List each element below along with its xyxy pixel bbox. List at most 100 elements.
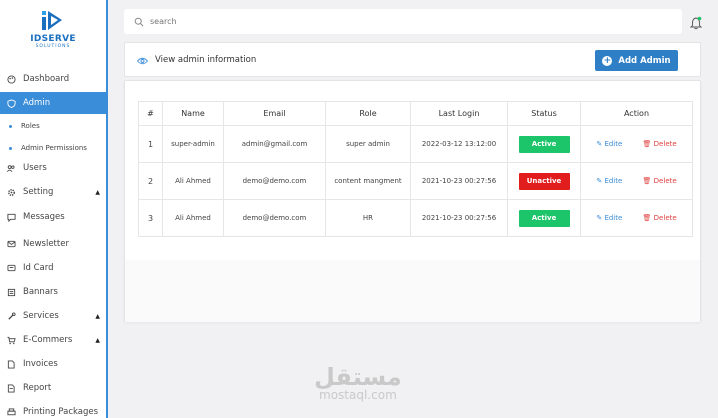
- column-header: Email: [223, 101, 326, 126]
- cell-email: demo@demo.com: [223, 199, 326, 237]
- sidebar-item-e-commers[interactable]: E-Commers ▲: [0, 329, 106, 351]
- sidebar-item-label: Dashboard: [23, 74, 70, 84]
- pencil-icon: ✎: [596, 177, 603, 185]
- search-input[interactable]: [150, 17, 550, 26]
- gear-icon: [6, 187, 16, 197]
- column-header: #: [138, 101, 163, 126]
- report-icon: [6, 383, 16, 393]
- column-header: Role: [325, 101, 411, 126]
- table-row: 2 Ali Ahmed demo@demo.com content mangme…: [138, 162, 693, 200]
- pencil-icon: ✎: [596, 140, 603, 148]
- id-card-icon: [6, 263, 16, 273]
- sidebar-item-label: Bannars: [23, 287, 58, 297]
- admin-table: # Name Email Role Last Login Status Acti…: [138, 101, 693, 237]
- sidebar-item-label: Messages: [23, 212, 65, 222]
- sidebar-item-label: Services: [23, 311, 59, 321]
- delete-button[interactable]: 🗑 Delete: [643, 177, 677, 185]
- sidebar-subitem-label: Admin Permissions: [21, 144, 87, 152]
- sidebar-item-users[interactable]: Users: [0, 157, 106, 179]
- sidebar-item-messages[interactable]: Messages: [0, 206, 106, 228]
- cell-name: Ali Ahmed: [162, 162, 224, 200]
- invoice-icon: [6, 359, 16, 369]
- column-header: Last Login: [410, 101, 508, 126]
- column-header: Name: [162, 101, 224, 126]
- admin-header-card: View admin information + Add Admin: [124, 42, 701, 77]
- cell-actions: ✎ Edite 🗑 Delete: [580, 125, 693, 163]
- search-bar: [124, 9, 682, 34]
- cell-last-login: 2021-10-23 00:27:56: [410, 162, 508, 200]
- sidebar-item-invoices[interactable]: Invoices: [0, 353, 106, 375]
- shield-icon: [6, 98, 16, 108]
- sidebar-item-label: E-Commers: [23, 335, 73, 345]
- sidebar-item-label: Printing Packages: [23, 407, 99, 417]
- sidebar-item-label: Report: [23, 383, 52, 393]
- sidebar-item-dashboard[interactable]: Dashboard: [0, 68, 106, 90]
- edit-button[interactable]: ✎ Edite: [596, 140, 622, 148]
- sidebar-item-report[interactable]: Report: [0, 377, 106, 399]
- banner-icon: [6, 287, 16, 297]
- brand-logo[interactable]: IDSERVE SOLUTIONS: [0, 0, 106, 62]
- sidebar-item-newsletter[interactable]: Newsletter: [0, 233, 106, 255]
- tools-icon: [6, 311, 16, 321]
- bullet-icon: [9, 124, 12, 128]
- status-badge[interactable]: Unactive: [518, 172, 570, 190]
- cell-role: super admin: [325, 125, 411, 163]
- add-admin-button[interactable]: + Add Admin: [595, 50, 678, 71]
- plus-icon: +: [602, 55, 613, 66]
- cell-role: content mangment: [325, 162, 411, 200]
- caret-up-icon: ▲: [95, 312, 100, 320]
- sidebar-subitem-roles[interactable]: Roles: [0, 118, 106, 134]
- table-row: 3 Ali Ahmed demo@demo.com HR 2021-10-23 …: [138, 199, 693, 237]
- row-number: 2: [138, 162, 163, 200]
- users-icon: [6, 163, 16, 173]
- bell-icon[interactable]: [689, 15, 703, 34]
- row-number: 1: [138, 125, 163, 163]
- delete-button[interactable]: 🗑 Delete: [643, 140, 677, 148]
- page-title: View admin information: [155, 54, 257, 65]
- sidebar-item-label: Id Card: [23, 263, 54, 273]
- sidebar-item-bannars[interactable]: Bannars: [0, 281, 106, 303]
- sidebar-item-services[interactable]: Services ▲: [0, 305, 106, 327]
- sidebar: IDSERVE SOLUTIONS Dashboard Admin Roles …: [0, 0, 108, 418]
- status-badge[interactable]: Active: [518, 209, 570, 227]
- sidebar-item-printing-packages[interactable]: Printing Packages: [0, 401, 106, 418]
- column-header: Action: [580, 101, 693, 126]
- table-header-row: # Name Email Role Last Login Status Acti…: [138, 101, 693, 126]
- cart-icon: [6, 335, 16, 345]
- row-number: 3: [138, 199, 163, 237]
- trash-icon: 🗑: [642, 214, 652, 222]
- watermark: مستقل mostaql.com: [314, 365, 402, 401]
- sidebar-item-id-card[interactable]: Id Card: [0, 257, 106, 279]
- mail-icon: [6, 239, 16, 249]
- chat-icon: [6, 212, 16, 222]
- edit-button[interactable]: ✎ Edite: [596, 177, 622, 185]
- caret-up-icon: ▲: [95, 336, 100, 344]
- brand-subtitle: SOLUTIONS: [35, 44, 71, 49]
- column-header: Status: [507, 101, 581, 126]
- cell-email: demo@demo.com: [223, 162, 326, 200]
- sidebar-item-setting[interactable]: Setting ▲: [0, 181, 106, 203]
- cell-last-login: 2022-03-12 13:12:00: [410, 125, 508, 163]
- sidebar-subitem-admin-permissions[interactable]: Admin Permissions: [0, 140, 106, 156]
- sidebar-item-admin[interactable]: Admin: [0, 92, 106, 114]
- brand-logo-icon: [42, 11, 62, 30]
- table-row: 1 super-admin admin@gmail.com super admi…: [138, 125, 693, 163]
- sidebar-subitem-label: Roles: [21, 122, 40, 130]
- watermark-arabic: مستقل: [314, 363, 402, 391]
- add-admin-label: Add Admin: [618, 55, 671, 66]
- delete-label: Delete: [653, 140, 677, 148]
- watermark-latin: mostaql.com: [319, 388, 397, 402]
- edit-label: Edite: [604, 214, 623, 222]
- trash-icon: 🗑: [642, 140, 652, 148]
- cell-status: Unactive: [507, 162, 581, 200]
- sidebar-item-label: Newsletter: [23, 239, 69, 249]
- brand-name: IDSERVE: [30, 34, 76, 44]
- delete-label: Delete: [653, 214, 677, 222]
- delete-button[interactable]: 🗑 Delete: [643, 214, 677, 222]
- sidebar-item-label: Users: [23, 163, 47, 173]
- print-icon: [6, 407, 16, 417]
- edit-button[interactable]: ✎ Edite: [596, 214, 622, 222]
- cell-role: HR: [325, 199, 411, 237]
- admin-table-card: # Name Email Role Last Login Status Acti…: [124, 80, 701, 322]
- status-badge[interactable]: Active: [518, 135, 570, 153]
